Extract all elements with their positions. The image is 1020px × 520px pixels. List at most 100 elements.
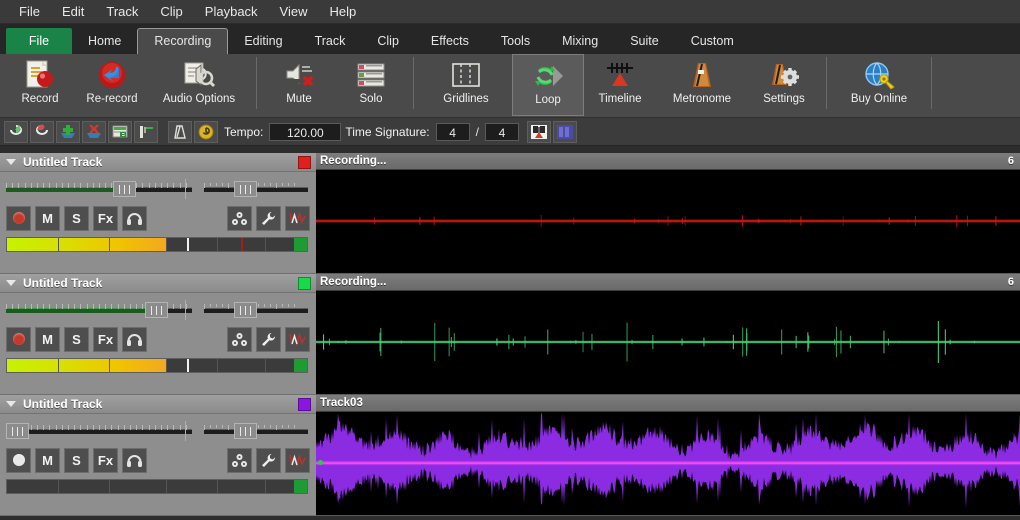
pan-slider-knob[interactable]: [234, 181, 257, 197]
track-arm-record-button[interactable]: [6, 205, 31, 231]
track-button-row: M S Fx: [6, 447, 151, 473]
ribbon-button-loop[interactable]: Loop: [512, 54, 584, 116]
ribbon-button-audio-options[interactable]: Audio Options: [148, 54, 250, 116]
track-clip-area[interactable]: Recording... 6: [316, 153, 1020, 274]
time-signature-numerator-input[interactable]: 4: [435, 122, 470, 141]
ribbon-tab-track[interactable]: Track: [299, 28, 362, 54]
track-routing-button[interactable]: [227, 205, 252, 231]
toolbar-metronome-toggle-button[interactable]: [526, 120, 551, 143]
routing-icon: [231, 453, 248, 468]
menu-item-playback[interactable]: Playback: [194, 2, 269, 21]
track-settings-button[interactable]: [256, 326, 281, 352]
track-mute-button[interactable]: M: [35, 205, 60, 231]
re-record-icon: [92, 58, 132, 92]
track-mute-button[interactable]: M: [35, 447, 60, 473]
track-arm-record-button[interactable]: [6, 326, 31, 352]
mute-icon: [279, 58, 319, 92]
waveform-display[interactable]: [316, 412, 1020, 514]
track-fx-button[interactable]: Fx: [93, 447, 118, 473]
meter-segment: [109, 359, 110, 372]
toolbar-delete-track-button[interactable]: [82, 120, 106, 143]
ribbon-tab-editing[interactable]: Editing: [228, 28, 298, 54]
collapse-triangle-icon[interactable]: [6, 280, 16, 286]
toolbar-split-clip-button[interactable]: [134, 120, 158, 143]
ribbon-button-metronome[interactable]: Metronome: [656, 54, 748, 116]
track-solo-button[interactable]: S: [64, 326, 89, 352]
toolbar-metronome-small-button[interactable]: [168, 120, 192, 143]
menu-item-help[interactable]: Help: [319, 2, 368, 21]
menu-item-track[interactable]: Track: [95, 2, 149, 21]
ribbon-button-re-record[interactable]: Re-record: [76, 54, 148, 116]
time-signature-denominator-input[interactable]: 4: [484, 122, 519, 141]
track-fx-button[interactable]: Fx: [93, 326, 118, 352]
ribbon-button-buy-online[interactable]: Buy Online: [833, 54, 925, 116]
pan-slider-knob[interactable]: [234, 423, 257, 439]
toolbar-add-track-button[interactable]: [56, 120, 80, 143]
ribbon-button-settings[interactable]: Settings: [748, 54, 820, 116]
ribbon-button-mute[interactable]: Mute: [263, 54, 335, 116]
tempo-input[interactable]: 120.00: [269, 122, 342, 141]
collapse-triangle-icon[interactable]: [6, 401, 16, 407]
clip-title-bar[interactable]: Recording... 6: [316, 153, 1020, 170]
track-routing-button[interactable]: [227, 447, 252, 473]
waveform-display[interactable]: [316, 291, 1020, 393]
collapse-triangle-icon[interactable]: [6, 159, 16, 165]
ribbon-tab-mixing[interactable]: Mixing: [546, 28, 614, 54]
track-color-swatch[interactable]: [298, 398, 311, 411]
track-level-meter[interactable]: [6, 479, 308, 494]
ribbon-button-gridlines[interactable]: Gridlines: [420, 54, 512, 116]
ribbon-tab-effects[interactable]: Effects: [415, 28, 485, 54]
meter-output-indicator: [294, 480, 307, 493]
ribbon-tab-custom[interactable]: Custom: [675, 28, 750, 54]
toolbar-view-mode-button[interactable]: [552, 120, 577, 143]
track-color-swatch[interactable]: [298, 277, 311, 290]
volume-slider-knob[interactable]: [6, 423, 29, 439]
track-title-bar[interactable]: Untitled Track: [0, 153, 316, 172]
track-monitor-button[interactable]: [122, 326, 147, 352]
toolbar-import-clip-button[interactable]: [108, 120, 132, 143]
track-level-meter[interactable]: [6, 237, 308, 252]
track-monitor-button[interactable]: [122, 447, 147, 473]
track-fx-button[interactable]: Fx: [93, 205, 118, 231]
ribbon-button-record[interactable]: Record: [4, 54, 76, 116]
waveform-display[interactable]: [316, 170, 1020, 272]
track-clip-area[interactable]: Recording... 6: [316, 274, 1020, 395]
ribbon-tab-tools[interactable]: Tools: [485, 28, 546, 54]
track-automation-button[interactable]: [285, 326, 310, 352]
clip-title-bar[interactable]: Recording... 6: [316, 274, 1020, 291]
toolbar-loop-red-button[interactable]: [30, 120, 54, 143]
ribbon-tab-file[interactable]: File: [6, 28, 72, 54]
track-solo-button[interactable]: S: [64, 447, 89, 473]
track-mute-button[interactable]: M: [35, 326, 60, 352]
toolbar-tempo-button[interactable]: [194, 120, 218, 143]
ribbon-tab-home[interactable]: Home: [72, 28, 137, 54]
volume-slider-knob[interactable]: [113, 181, 136, 197]
ribbon-tab-recording[interactable]: Recording: [137, 28, 229, 54]
track-solo-button[interactable]: S: [64, 205, 89, 231]
menu-item-clip[interactable]: Clip: [149, 2, 193, 21]
ribbon-button-timeline[interactable]: Timeline: [584, 54, 656, 116]
ribbon-tab-suite[interactable]: Suite: [614, 28, 675, 54]
menu-item-edit[interactable]: Edit: [51, 2, 95, 21]
track-clip-area[interactable]: Track03: [316, 395, 1020, 516]
track-settings-button[interactable]: [256, 447, 281, 473]
menu-item-file[interactable]: File: [8, 2, 51, 21]
track-automation-button[interactable]: [285, 447, 310, 473]
volume-slider-knob[interactable]: [145, 302, 168, 318]
track-automation-button[interactable]: [285, 205, 310, 231]
track-level-meter[interactable]: [6, 358, 308, 373]
pan-slider-knob[interactable]: [234, 302, 257, 318]
toolbar-loop-green-button[interactable]: [4, 120, 28, 143]
clip-title-bar[interactable]: Track03: [316, 395, 1020, 412]
track-title-bar[interactable]: Untitled Track: [0, 274, 316, 293]
ribbon-button-solo[interactable]: Solo: [335, 54, 407, 116]
ribbon-tab-clip[interactable]: Clip: [361, 28, 415, 54]
track-arm-record-button[interactable]: [6, 447, 31, 473]
track-title-bar[interactable]: Untitled Track: [0, 395, 316, 414]
ribbon-button-label: Metronome: [672, 93, 732, 105]
track-color-swatch[interactable]: [298, 156, 311, 169]
menu-item-view[interactable]: View: [269, 2, 319, 21]
track-settings-button[interactable]: [256, 205, 281, 231]
track-routing-button[interactable]: [227, 326, 252, 352]
track-monitor-button[interactable]: [122, 205, 147, 231]
